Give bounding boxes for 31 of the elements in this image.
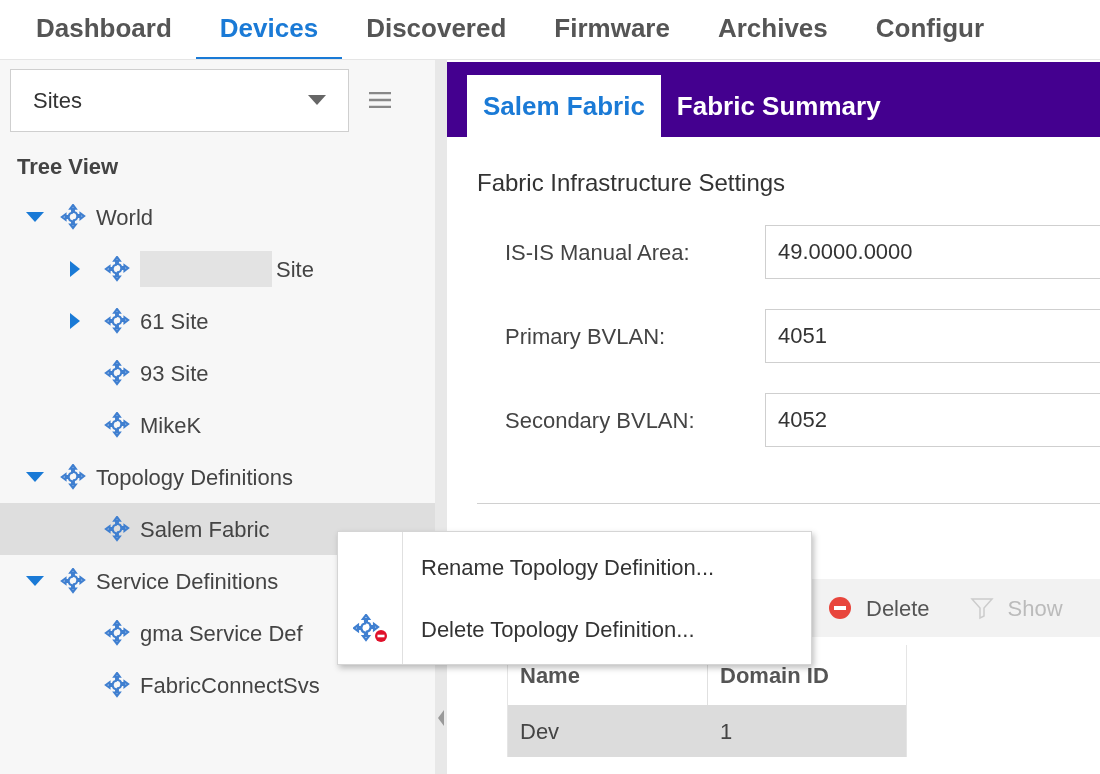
tree-item[interactable]: Topology Definitions (96, 460, 293, 494)
tree-item[interactable]: gma Service Def (140, 616, 303, 650)
nav-tab[interactable]: Configur (851, 0, 1009, 59)
table-cell-text: Dev (519, 717, 561, 746)
sites-dropdown[interactable]: Sites (10, 68, 349, 132)
tree-item[interactable]: 61 Site (140, 304, 209, 338)
tree-item[interactable]: Service Definitions (96, 564, 279, 598)
tree-view-title: Tree View (16, 153, 119, 181)
input-field[interactable]: 4051 (765, 309, 1100, 363)
table-cell-text: 1 (719, 717, 734, 746)
tree-item[interactable]: FabricConnectSvs (140, 668, 320, 702)
table-row[interactable]: Dev 1 (508, 705, 906, 757)
section-title: Fabric Infrastructure Settings (477, 168, 786, 198)
field-label: Secondary BVLAN: (505, 406, 696, 435)
nav-tab[interactable]: Firmware (530, 0, 694, 59)
input-field[interactable]: 4052 (765, 393, 1100, 447)
nav-tab[interactable]: Discovered (342, 0, 531, 59)
dropdown-value: Sites (33, 86, 82, 115)
content-tab[interactable]: Salem Fabric (467, 75, 661, 137)
tree-item[interactable]: Site (276, 252, 314, 286)
tree-item[interactable]: World (96, 200, 154, 234)
content-tab[interactable]: Fabric Summary (660, 75, 897, 137)
field-label: IS-IS Manual Area: (505, 238, 691, 267)
delete-button[interactable]: Delete (828, 591, 930, 625)
nav-tab[interactable]: Archives (693, 0, 852, 59)
tree-item[interactable]: 93 Site (140, 356, 209, 390)
nav-tab[interactable]: Dashboard (12, 0, 196, 59)
input-field[interactable]: 49.0000.0000 (765, 225, 1100, 279)
field-label: Primary BVLAN: (505, 322, 667, 351)
tree-row[interactable]: Salem Fabric (0, 503, 435, 555)
tree-item[interactable]: MikeK (140, 408, 202, 442)
